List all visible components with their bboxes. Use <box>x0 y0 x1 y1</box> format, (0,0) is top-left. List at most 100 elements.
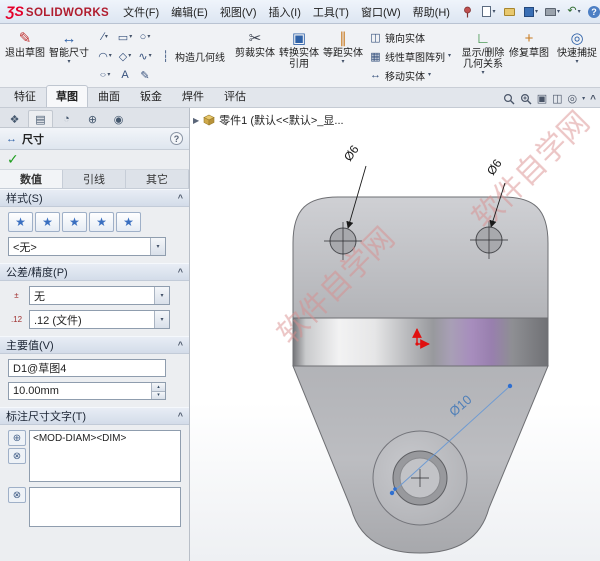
tab-value[interactable]: 数值 <box>0 170 63 188</box>
print-button[interactable]: ▾ <box>542 2 563 22</box>
panel-help-button[interactable]: ? <box>170 132 183 145</box>
primary-value-section-header[interactable]: 主要值(V) ^ <box>0 336 189 354</box>
save-button[interactable]: ▾ <box>521 2 541 22</box>
dimxpert-manager-tab[interactable]: ⊕ <box>80 110 105 127</box>
linear-pattern-label: 线性草图阵列 <box>385 52 445 64</box>
sketch-fillet-button[interactable]: ✎ <box>135 66 155 85</box>
graphics-viewport[interactable]: 软件自学网 软件自学网 Ø6 Ø6 Ø10 ▶ 零件1 (默认<<默认>_显..… <box>190 108 600 561</box>
precision-select[interactable]: .12 (文件) ▾ <box>29 310 170 329</box>
tree-expand-arrow[interactable]: ▶ <box>193 116 199 125</box>
tab-evaluate[interactable]: 评估 <box>214 85 256 107</box>
ok-button[interactable]: ✓ <box>7 151 19 168</box>
zoom-area-icon[interactable] <box>520 93 532 105</box>
exit-sketch-button[interactable]: ✎ 退出草图 <box>3 26 47 86</box>
style-select[interactable]: <无> ▾ <box>8 237 166 256</box>
add-style-button[interactable]: ★ <box>35 212 60 232</box>
menu-help[interactable]: 帮助(H) <box>407 1 456 23</box>
quick-snaps-button[interactable]: ◎ 快速捕捉 ▾ <box>555 26 599 86</box>
tab-other[interactable]: 其它 <box>126 170 189 188</box>
add-diameter-symbol-button[interactable]: ⊕ <box>8 430 26 446</box>
repair-sketch-button[interactable]: + 修复草图 <box>507 26 551 86</box>
select-arrow[interactable]: ▾ <box>150 238 165 255</box>
dimension-text-area[interactable]: <MOD-DIAM><DIM> <box>29 430 181 482</box>
tab-weldments[interactable]: 焊件 <box>172 85 214 107</box>
section-view-icon[interactable]: ◫ <box>552 93 562 105</box>
apply-default-style-button[interactable]: ★ <box>8 212 33 232</box>
part-body[interactable] <box>292 196 549 554</box>
menu-window[interactable]: 窗口(W) <box>355 1 407 23</box>
pin-menu-button[interactable] <box>462 6 473 18</box>
offset-entities-button[interactable]: ∥ 等距实体 ▾ <box>321 26 365 86</box>
undo-button[interactable]: ↶ ▾ <box>564 2 584 22</box>
spinner-up-button[interactable]: ▴ <box>152 383 165 391</box>
part-middle-band[interactable] <box>292 317 549 367</box>
dimension-left-hole[interactable]: Ø6 <box>341 142 362 163</box>
dim-endpoint[interactable] <box>507 383 513 389</box>
menu-tools[interactable]: 工具(T) <box>307 1 355 23</box>
menu-file[interactable]: 文件(F) <box>117 1 165 23</box>
delete-style-button[interactable]: ★ <box>62 212 87 232</box>
dim-endpoint[interactable] <box>389 490 395 496</box>
help-button[interactable]: ? ▾ <box>585 2 600 22</box>
convert-entities-button[interactable]: ▣ 转换实体引用 <box>277 26 321 86</box>
tab-sheet-metal[interactable]: 钣金 <box>130 85 172 107</box>
tree-root-label[interactable]: 零件1 (默认<<默认>_显... <box>219 112 343 128</box>
display-manager-tab[interactable]: ◉ <box>106 110 131 127</box>
add-symbol-button-2[interactable]: ⊗ <box>8 487 26 503</box>
convert-entities-label: 转换实体引用 <box>279 48 319 70</box>
feature-manager-tab[interactable]: ❖ <box>2 110 27 127</box>
tab-leaders[interactable]: 引线 <box>63 170 126 188</box>
spinner-down-button[interactable]: ▾ <box>152 390 165 399</box>
display-delete-relations-button[interactable]: ∟ 显示/删除几何关系 ▾ <box>459 26 507 86</box>
trim-entities-button[interactable]: ✂ 剪裁实体 <box>233 26 277 86</box>
dimension-text-section-header[interactable]: 标注尺寸文字(T) ^ <box>0 407 189 425</box>
style-section-header[interactable]: 样式(S) ^ <box>0 189 189 207</box>
spline-tool-button[interactable]: ∿ ▾ <box>135 47 155 66</box>
property-manager-tab[interactable]: ▤ <box>28 110 53 127</box>
tolerance-section-header[interactable]: 公差/精度(P) ^ <box>0 263 189 281</box>
dimension-text-area-2[interactable] <box>29 487 181 527</box>
open-folder-icon <box>504 7 516 16</box>
circle-tool-button[interactable]: ○ ▾ <box>135 28 155 47</box>
add-symbol-button[interactable]: ⊗ <box>8 448 26 464</box>
smart-dimension-button[interactable]: ↔ 智能尺寸 ▾ <box>47 26 91 86</box>
polygon-tool-button[interactable]: ◇ ▾ <box>115 47 135 66</box>
dimension-name-field[interactable]: D1@草图4 <box>8 359 166 377</box>
move-entities-button[interactable]: ↔ 移动实体 ▾ <box>365 66 455 84</box>
arc-tool-button[interactable]: ◠ ▾ <box>95 47 115 66</box>
configuration-manager-tab[interactable]: ◔ <box>54 110 79 127</box>
text-tool-button[interactable]: A <box>115 66 135 85</box>
tab-surfaces[interactable]: 曲面 <box>88 85 130 107</box>
open-document-button[interactable] <box>500 2 520 22</box>
collapse-ribbon-chevron[interactable]: ^ <box>590 94 596 105</box>
primary-value-section-body: D1@草图4 10.00mm ▴ ▾ <box>0 354 189 407</box>
select-arrow[interactable]: ▾ <box>154 287 169 304</box>
load-style-button[interactable]: ★ <box>116 212 141 232</box>
dimension-right-hole[interactable]: Ø6 <box>484 156 505 177</box>
construction-line-button[interactable]: ┆ 构造几何线 <box>155 47 229 65</box>
dimension-value-field[interactable]: 10.00mm <box>9 383 151 399</box>
display-style-icon[interactable]: ◎ <box>568 93 578 105</box>
sketch-point[interactable] <box>393 487 397 491</box>
line-tool-button[interactable]: ∕ ▾ <box>95 28 115 47</box>
view-orientation-icon[interactable]: ▣ <box>537 93 547 105</box>
linear-sketch-pattern-button[interactable]: ▦ 线性草图阵列 ▾ <box>365 47 455 65</box>
menu-view[interactable]: 视图(V) <box>214 1 263 23</box>
dimension-value-stepper[interactable]: 10.00mm ▴ ▾ <box>8 382 166 400</box>
zoom-icon[interactable] <box>503 93 515 105</box>
save-style-button[interactable]: ★ <box>89 212 114 232</box>
ribbon-group-modify: ✂ 剪裁实体 ▣ 转换实体引用 ∥ 等距实体 ▾ ◫ 镜向实体 ▦ 线性草图阵列 <box>232 26 456 86</box>
select-arrow[interactable]: ▾ <box>154 311 169 328</box>
ellipse-tool-button[interactable]: ○ ▾ <box>95 66 115 85</box>
caret-down-icon: ▾ <box>129 34 133 40</box>
smart-dimension-icon: ↔ <box>61 30 77 47</box>
rectangle-tool-button[interactable]: ▭ ▾ <box>115 28 135 47</box>
tolerance-type-select[interactable]: 无 ▾ <box>29 286 170 305</box>
tab-sketch[interactable]: 草图 <box>46 85 88 107</box>
menu-edit[interactable]: 编辑(E) <box>165 1 214 23</box>
style-select-value: <无> <box>13 241 37 254</box>
tab-features[interactable]: 特征 <box>4 85 46 107</box>
menu-insert[interactable]: 插入(I) <box>263 1 307 23</box>
new-document-button[interactable]: ▾ <box>479 2 499 22</box>
mirror-entities-button[interactable]: ◫ 镜向实体 <box>365 28 455 46</box>
